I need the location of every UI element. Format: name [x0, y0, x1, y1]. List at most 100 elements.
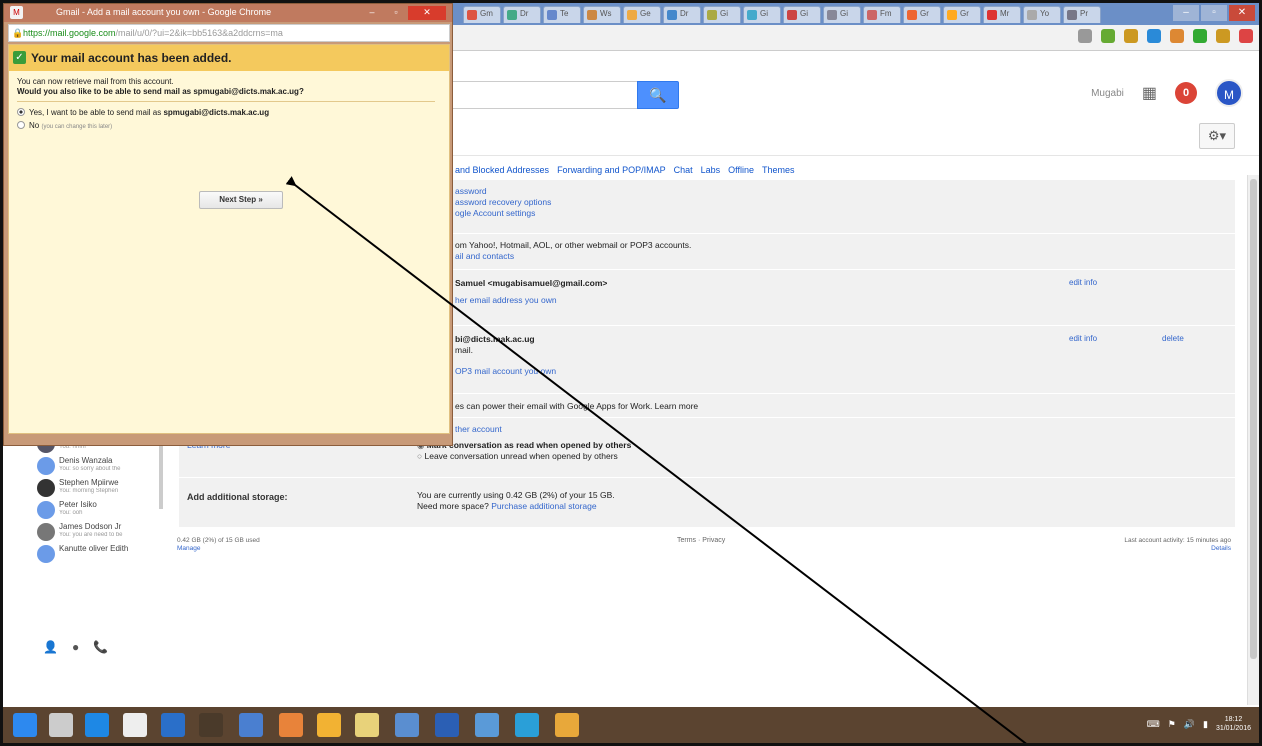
tab-label: Dr [680, 9, 689, 18]
browser-tab[interactable]: Gi [703, 6, 741, 23]
browser-tab[interactable]: Te [543, 6, 581, 23]
notifications-badge[interactable]: 0 [1175, 82, 1197, 104]
taskbar-app-app-6-icon[interactable] [199, 713, 223, 737]
extension-icon[interactable] [1239, 29, 1253, 43]
browser-tab[interactable]: Fm [863, 6, 901, 23]
link-purchase-storage[interactable]: Purchase additional storage [491, 501, 596, 511]
taskbar-app-word-icon[interactable] [435, 713, 459, 737]
popup-close-button[interactable]: ✕ [408, 6, 446, 20]
browser-tab[interactable]: Gr [943, 6, 981, 23]
check-mail-status: mail. [455, 345, 473, 355]
person-icon[interactable]: 👤 [43, 640, 58, 654]
radio-yes-dot[interactable] [17, 108, 25, 116]
popup-maximize-button[interactable]: ▫ [384, 6, 408, 20]
taskbar-app-app-7-icon[interactable] [239, 713, 263, 737]
taskbar-app-app-11-icon[interactable] [395, 713, 419, 737]
link-add-another-address[interactable]: her email address you own [455, 295, 607, 306]
taskbar-app-app-10-icon[interactable] [355, 713, 379, 737]
tab-label: Gr [920, 9, 929, 18]
minimize-button[interactable]: – [1173, 5, 1199, 21]
settings-tab[interactable]: Labs [701, 165, 721, 175]
settings-tab[interactable]: Offline [728, 165, 754, 175]
taskbar-app-home-icon[interactable] [49, 713, 73, 737]
extension-icon[interactable] [1193, 29, 1207, 43]
browser-tab[interactable]: Gi [743, 6, 781, 23]
contact-item[interactable]: Peter Isiko You: ooh [37, 499, 163, 521]
footer-manage-link[interactable]: Manage [177, 545, 260, 553]
speaker-icon[interactable]: 🔊 [1184, 719, 1195, 730]
settings-tab[interactable]: and Blocked Addresses [455, 165, 549, 175]
next-step-button[interactable]: Next Step » [199, 191, 283, 209]
radio-leave-unread[interactable]: ○ Leave conversation unread when opened … [417, 451, 631, 462]
taskbar-app-app-13-icon[interactable] [475, 713, 499, 737]
phone-icon[interactable]: 📞 [93, 640, 108, 654]
popup-address-bar[interactable]: 🔒 https://mail.google.com/mail/u/0/?ui=2… [8, 24, 450, 42]
link-password-recovery[interactable]: assword recovery options [455, 197, 551, 208]
browser-tab[interactable]: Dr [663, 6, 701, 23]
taskbar-app-file-icon[interactable] [123, 713, 147, 737]
extension-icon[interactable] [1170, 29, 1184, 43]
contact-item[interactable]: Kanutte oliver Edith [37, 543, 163, 565]
browser-tab[interactable]: Dr [503, 6, 541, 23]
footer-details-link[interactable]: Details [1124, 545, 1231, 553]
close-button[interactable]: ✕ [1229, 5, 1255, 21]
contact-item[interactable]: Denis Wanzala You: so sorry about the [37, 455, 163, 477]
taskbar-app-app-14-icon[interactable] [515, 713, 539, 737]
hangouts-icon[interactable]: ● [72, 640, 79, 654]
search-button[interactable]: 🔍 [637, 81, 679, 109]
avatar[interactable]: M [1215, 79, 1243, 107]
footer-terms-privacy[interactable]: Terms · Privacy [677, 537, 725, 544]
tab-favicon-icon [1067, 10, 1077, 20]
settings-gear-icon[interactable]: ⚙▾ [1199, 123, 1235, 149]
maximize-button[interactable]: ▫ [1201, 5, 1227, 21]
taskbar-app-chrome-icon[interactable] [317, 713, 341, 737]
link-import-mail[interactable]: ail and contacts [455, 251, 691, 262]
check-mail-delete[interactable]: delete [1162, 334, 1184, 343]
browser-tab[interactable]: Ge [623, 6, 661, 23]
settings-tab[interactable]: Chat [674, 165, 693, 175]
scrollbar-thumb[interactable] [1250, 179, 1257, 659]
extension-icon[interactable] [1216, 29, 1230, 43]
contact-item[interactable]: James Dodson Jr You: you are need to be [37, 521, 163, 543]
radio-option-yes[interactable]: Yes, I want to be able to send mail as s… [17, 108, 269, 117]
taskbar-app-ie-icon[interactable] [85, 713, 109, 737]
radio-option-no[interactable]: No (you can change this later) [17, 121, 112, 130]
network-icon[interactable]: ▮ [1203, 719, 1208, 730]
taskbar-app-app-8-icon[interactable] [279, 713, 303, 737]
apps-grid-icon[interactable]: ▦ [1142, 83, 1157, 103]
browser-tab[interactable]: Gr [903, 6, 941, 23]
popup-message: You can now retrieve mail from this acco… [17, 77, 304, 97]
taskbar-app-app-15-icon[interactable] [555, 713, 579, 737]
page-scrollbar[interactable] [1247, 175, 1259, 705]
settings-tab[interactable]: Forwarding and POP/IMAP [557, 165, 666, 175]
link-add-another-account[interactable]: ther account [455, 424, 502, 435]
send-as-edit-info[interactable]: edit info [1069, 278, 1097, 287]
user-name[interactable]: Mugabi [1091, 88, 1124, 99]
browser-tab[interactable]: Mr [983, 6, 1021, 23]
browser-tab[interactable]: Gi [823, 6, 861, 23]
browser-tab[interactable]: Ws [583, 6, 621, 23]
extension-icon[interactable] [1101, 29, 1115, 43]
radio-no-dot[interactable] [17, 121, 25, 129]
taskbar-clock[interactable]: 18:12 31/01/2016 [1216, 715, 1251, 733]
link-google-account-settings[interactable]: ogle Account settings [455, 208, 551, 219]
extension-icon[interactable] [1124, 29, 1138, 43]
check-mail-edit-info[interactable]: edit info [1069, 334, 1097, 343]
extension-icon[interactable] [1147, 29, 1161, 43]
contact-item[interactable]: Stephen Mpiirwe You: morning Stephen [37, 477, 163, 499]
settings-tab[interactable]: Themes [762, 165, 795, 175]
popup-title-bar[interactable]: M Gmail - Add a mail account you own - G… [4, 4, 452, 22]
browser-tab[interactable]: Pr [1063, 6, 1101, 23]
flag-icon[interactable]: ⚑ [1168, 719, 1176, 730]
link-add-pop3-account[interactable]: OP3 mail account you own [455, 366, 556, 377]
taskbar-app-windows-icon[interactable] [13, 713, 37, 737]
popup-minimize-button[interactable]: – [360, 6, 384, 20]
browser-tab[interactable]: Gm [463, 6, 501, 23]
link-change-password[interactable]: assword [455, 186, 551, 197]
footer-last-activity: Last account activity: 15 minutes ago [1124, 537, 1231, 544]
keyboard-icon[interactable]: ⌨ [1147, 719, 1160, 730]
extension-icon[interactable] [1078, 29, 1092, 43]
taskbar-app-remote-icon[interactable] [161, 713, 185, 737]
browser-tab[interactable]: Gi [783, 6, 821, 23]
browser-tab[interactable]: Yo [1023, 6, 1061, 23]
